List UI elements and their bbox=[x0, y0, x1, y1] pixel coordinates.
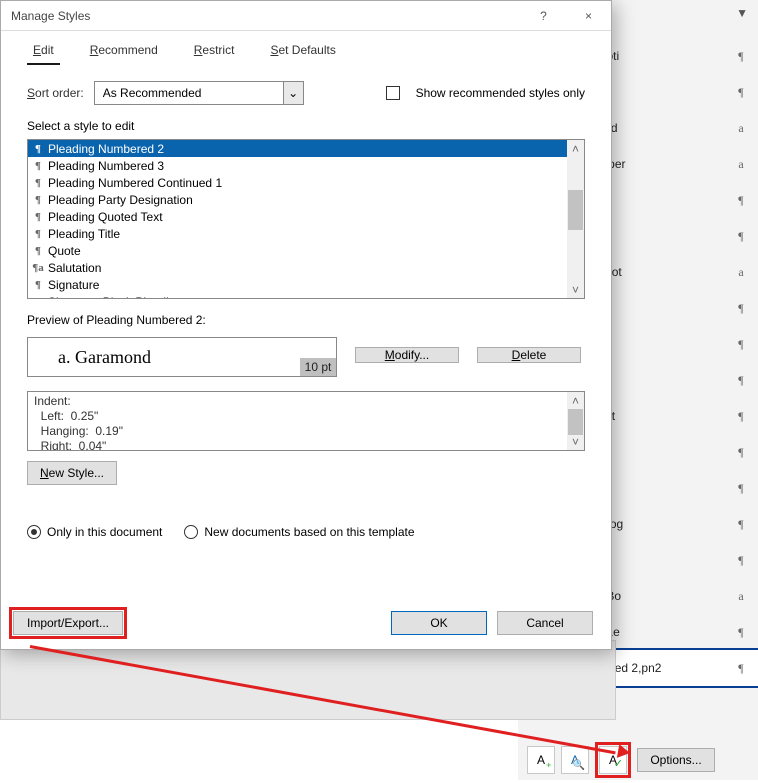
scroll-down-icon[interactable]: ˅ bbox=[567, 281, 584, 298]
chevron-down-icon[interactable]: ⌄ bbox=[283, 82, 303, 104]
style-listbox[interactable]: ¶ Pleading Numbered 2 ¶ Pleading Numbered 3… bbox=[27, 139, 585, 299]
style-type-icon: ¶ bbox=[734, 373, 748, 388]
listbox-scrollbar[interactable]: ˄ ˅ bbox=[567, 140, 584, 298]
description-box: Indent: Left: 0.25" Hanging: 0.19" Right… bbox=[27, 391, 585, 451]
style-type-icon: ¶ bbox=[734, 445, 748, 460]
style-type-icon: ¶ bbox=[734, 49, 748, 64]
delete-button[interactable]: Delete bbox=[477, 347, 581, 363]
show-recommended-label: Show recommended styles only bbox=[416, 86, 585, 100]
style-item-label: Pleading Quoted Text bbox=[48, 210, 163, 224]
sort-order-label: Sort order: bbox=[27, 86, 84, 100]
scroll-thumb[interactable] bbox=[568, 190, 583, 230]
radio-indicator bbox=[27, 525, 41, 539]
style-type-icon: ¶ bbox=[734, 553, 748, 568]
style-item-label: Pleading Numbered 3 bbox=[48, 159, 164, 173]
paragraph-icon: ¶ bbox=[32, 279, 44, 291]
preview-box: a. Garamond 10 pt bbox=[27, 337, 337, 377]
paragraph-icon: ¶ bbox=[32, 143, 44, 155]
dialog-titlebar: Manage Styles ? × bbox=[1, 1, 611, 31]
style-item-label: Pleading Party Designation bbox=[48, 193, 193, 207]
preview-pointsize: 10 pt bbox=[300, 358, 336, 376]
style-item[interactable]: ¶ Pleading Quoted Text bbox=[28, 208, 567, 225]
style-item-label: Signature Block Pleading bbox=[48, 295, 182, 299]
style-item-label: Pleading Title bbox=[48, 227, 120, 241]
style-type-icon: a bbox=[734, 589, 748, 604]
show-recommended-checkbox[interactable] bbox=[386, 86, 400, 100]
scroll-thumb[interactable] bbox=[568, 409, 583, 435]
radio-new-documents-template[interactable]: New documents based on this template bbox=[184, 525, 414, 539]
preview-sample-text: a. Garamond bbox=[58, 347, 151, 368]
tab-edit[interactable]: Edit bbox=[27, 39, 60, 65]
radio-only-in-document[interactable]: Only in this document bbox=[27, 525, 162, 539]
style-item-label: Pleading Numbered 2 bbox=[48, 142, 164, 156]
paragraph-icon: ¶ bbox=[32, 194, 44, 206]
style-type-icon: ¶ bbox=[734, 85, 748, 100]
paragraph-icon: ¶ bbox=[32, 160, 44, 172]
description-scrollbar[interactable]: ˄ ˅ bbox=[567, 392, 584, 450]
dialog-title: Manage Styles bbox=[1, 9, 521, 23]
style-item[interactable]: ¶ Pleading Title bbox=[28, 225, 567, 242]
style-type-icon: a bbox=[734, 265, 748, 280]
style-item[interactable]: ¶ Pleading Numbered 2 bbox=[28, 140, 567, 157]
style-item-label: Salutation bbox=[48, 261, 101, 275]
manage-styles-dialog: Manage Styles ? × Edit Recommend Restrict S… bbox=[0, 0, 612, 650]
radio-label: Only in this document bbox=[47, 525, 162, 539]
new-style-button[interactable]: New Style... bbox=[27, 461, 117, 485]
sort-order-value: As Recommended bbox=[95, 86, 283, 100]
ok-button[interactable]: OK bbox=[391, 611, 487, 635]
preview-label: Preview of Pleading Numbered 2: bbox=[27, 313, 585, 327]
new-style-icon-button[interactable]: A₊ bbox=[527, 746, 555, 774]
tab-set-defaults[interactable]: Set Defaults bbox=[264, 39, 341, 65]
style-item[interactable]: ¶ Pleading Party Designation bbox=[28, 191, 567, 208]
scroll-down-icon[interactable]: ˅ bbox=[567, 433, 584, 450]
close-button[interactable]: × bbox=[566, 1, 611, 31]
style-inspector-icon-button[interactable]: A🔍 bbox=[561, 746, 589, 774]
style-item[interactable]: ¶ Pleading Numbered Continued 1 bbox=[28, 174, 567, 191]
style-item-label: Signature bbox=[48, 278, 99, 292]
paragraph-icon: ¶ bbox=[32, 177, 44, 189]
paragraph-icon: ¶ bbox=[32, 245, 44, 257]
style-type-icon: ¶ bbox=[734, 337, 748, 352]
scroll-up-icon[interactable]: ˄ bbox=[567, 392, 584, 409]
paragraph-icon: ¶a bbox=[32, 262, 44, 274]
style-type-icon: a bbox=[734, 157, 748, 172]
tab-recommend[interactable]: Recommend bbox=[84, 39, 164, 65]
style-item-label: Pleading Numbered Continued 1 bbox=[48, 176, 222, 190]
paragraph-icon: ¶ bbox=[32, 296, 44, 299]
style-type-icon: ¶ bbox=[734, 301, 748, 316]
import-export-highlight: Import/Export... bbox=[9, 607, 127, 639]
style-type-icon: ¶ bbox=[734, 517, 748, 532]
modify-button[interactable]: Modify... bbox=[355, 347, 459, 363]
style-type-icon: ¶ bbox=[734, 409, 748, 424]
paragraph-icon: ¶ bbox=[32, 228, 44, 240]
cancel-button[interactable]: Cancel bbox=[497, 611, 593, 635]
style-item[interactable]: ¶ Quote bbox=[28, 242, 567, 259]
annotation-arrow-head bbox=[617, 744, 631, 760]
dialog-tabs: Edit Recommend Restrict Set Defaults bbox=[1, 31, 611, 65]
tab-restrict[interactable]: Restrict bbox=[188, 39, 241, 65]
style-type-icon: a bbox=[734, 121, 748, 136]
document-background bbox=[0, 640, 616, 720]
style-type-icon: ¶ bbox=[734, 229, 748, 244]
style-item[interactable]: ¶ Pleading Numbered 3 bbox=[28, 157, 567, 174]
style-type-icon: ¶ bbox=[734, 625, 748, 640]
radio-label: New documents based on this template bbox=[204, 525, 414, 539]
scroll-up-icon[interactable]: ˄ bbox=[567, 140, 584, 157]
style-type-icon: ¶ bbox=[734, 661, 748, 676]
style-type-icon: ¶ bbox=[734, 193, 748, 208]
style-item-label: Quote bbox=[48, 244, 81, 258]
select-style-label: Select a style to edit bbox=[27, 119, 585, 133]
radio-indicator bbox=[184, 525, 198, 539]
style-item[interactable]: ¶ Signature bbox=[28, 276, 567, 293]
paragraph-icon: ¶ bbox=[32, 211, 44, 223]
sort-order-select[interactable]: As Recommended ⌄ bbox=[94, 81, 304, 105]
pane-menu-caret[interactable]: ▼ bbox=[736, 6, 748, 20]
help-button[interactable]: ? bbox=[521, 1, 566, 31]
style-item[interactable]: ¶ Signature Block Pleading bbox=[28, 293, 567, 298]
style-item[interactable]: ¶a Salutation bbox=[28, 259, 567, 276]
options-button[interactable]: Options... bbox=[637, 748, 715, 772]
style-type-icon: ¶ bbox=[734, 481, 748, 496]
import-export-button[interactable]: Import/Export... bbox=[13, 611, 123, 635]
